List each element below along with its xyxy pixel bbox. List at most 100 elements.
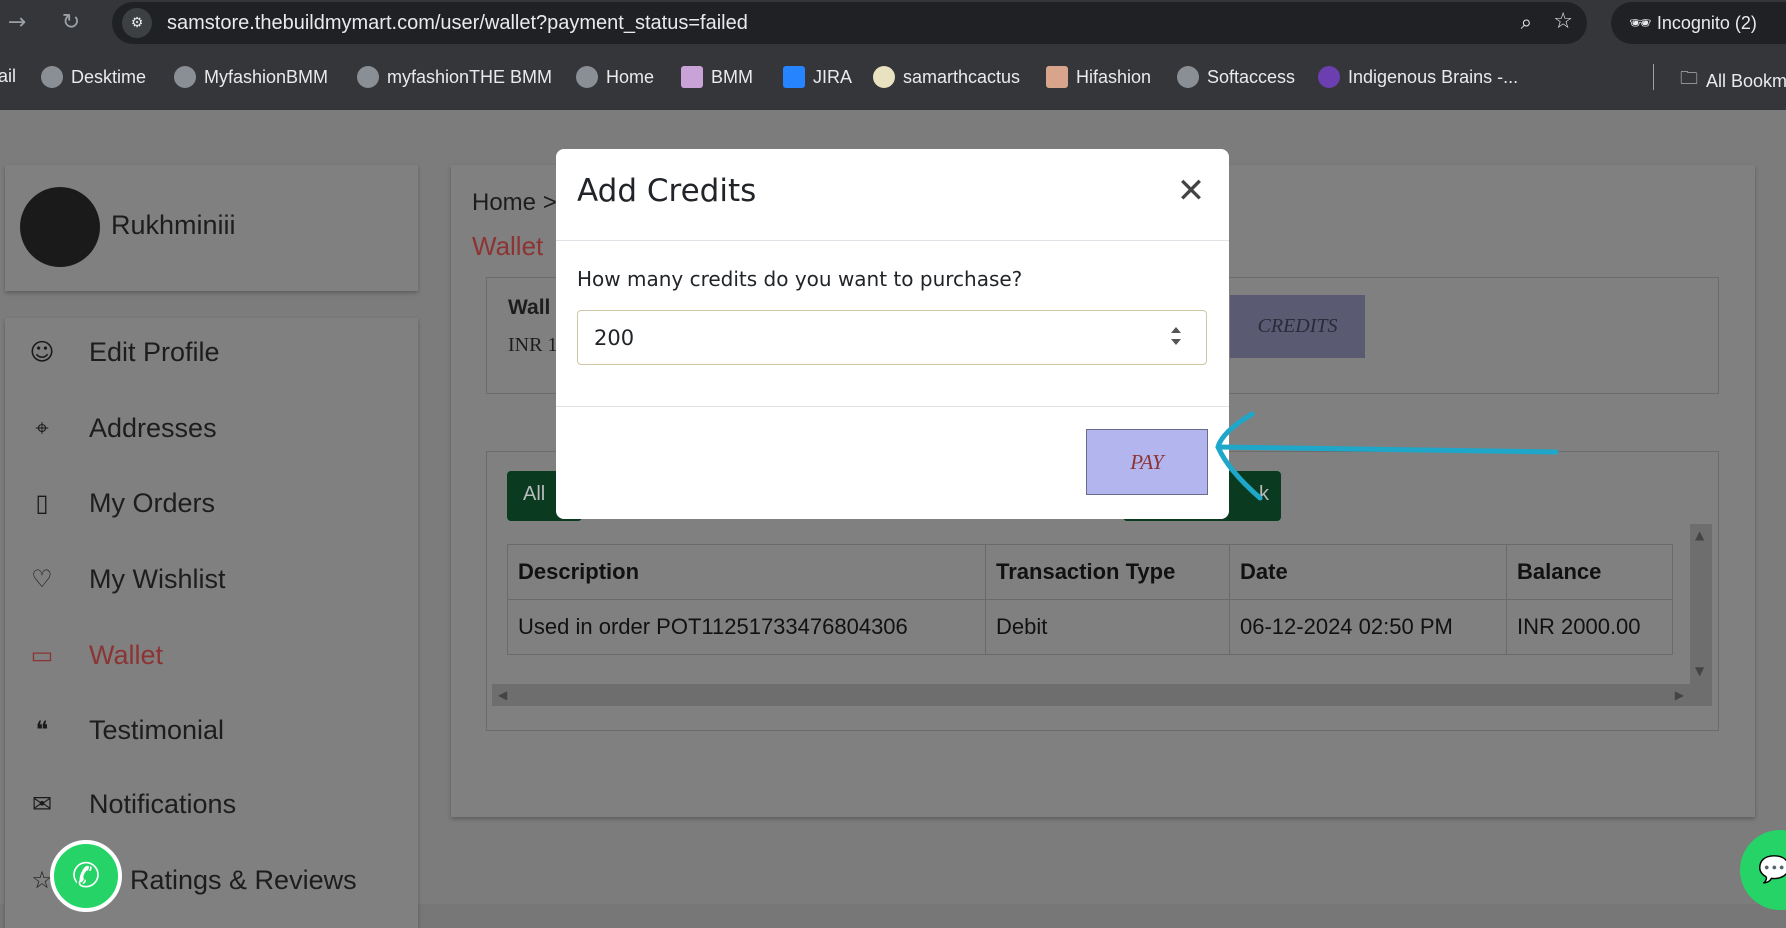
forward-icon[interactable]: →	[2, 8, 32, 38]
arrow-annotation-icon	[1215, 411, 1559, 501]
incognito-indicator[interactable]: 🕶 Incognito (2)	[1611, 2, 1786, 44]
bookmark-label: All Bookm	[1706, 70, 1786, 91]
heart-icon: ♡	[31, 565, 53, 593]
balance-label: Wall	[508, 296, 551, 319]
bookmark-item[interactable]: Home	[576, 66, 654, 88]
all-bookmarks-button[interactable]: 🗀 All Bookm	[1680, 66, 1786, 96]
modal-title: Add Credits	[577, 173, 757, 209]
sidebar-item-wallet[interactable]: ▭ Wallet	[5, 625, 418, 685]
page-title: Wallet	[472, 231, 544, 261]
profile-icon: ☺	[29, 338, 55, 366]
hifashion-icon	[1046, 66, 1068, 88]
scroll-right-icon[interactable]: ▶	[1675, 688, 1684, 702]
add-credits-button[interactable]: CREDITS	[1230, 295, 1365, 358]
account-sidebar: ☺ Edit Profile ⌖ Addresses ▯ My Orders ♡…	[5, 318, 418, 928]
column-header: Transaction Type	[985, 544, 1230, 600]
zoom-icon[interactable]: ⌕	[1521, 10, 1532, 34]
site-info-icon[interactable]: ⚙	[122, 8, 152, 38]
sidebar-item-label: Addresses	[89, 413, 217, 443]
globe-icon	[357, 66, 379, 88]
balance-value: INR 1	[508, 334, 558, 356]
incognito-label: Incognito (2)	[1656, 13, 1757, 33]
credits-question-label: How many credits do you want to purchase…	[577, 267, 1023, 291]
sidebar-item-label: My Wishlist	[89, 564, 226, 594]
bookmark-item[interactable]: myfashionTHE BMM	[357, 66, 552, 88]
url-text[interactable]: samstore.thebuildmymart.com/user/wallet?…	[167, 12, 748, 35]
bookmark-item[interactable]: JIRA	[783, 66, 852, 88]
horizontal-scrollbar[interactable]: ◀ ▶	[492, 684, 1690, 706]
bookmark-label: Softaccess	[1207, 66, 1296, 87]
number-stepper-icon[interactable]	[1168, 322, 1184, 350]
table-cell: Used in order POT11251733476804306	[507, 599, 986, 655]
bookmark-item[interactable]: BMM	[681, 66, 753, 88]
table-cell: Debit	[985, 599, 1230, 655]
bookmark-label: samarthcactus	[903, 66, 1021, 87]
desktime-icon	[41, 66, 63, 88]
bookmark-item[interactable]: Hifashion	[1046, 66, 1151, 88]
table-header-row: Description Transaction Type Date Balanc…	[507, 544, 1673, 600]
close-icon[interactable]: ✕	[1175, 174, 1207, 208]
bookmark-label: BMM	[711, 66, 753, 87]
bookmark-item[interactable]: Desktime	[41, 66, 146, 88]
bookmark-item[interactable]: Indigenous Brains -...	[1318, 66, 1518, 88]
wallet-icon: ▭	[30, 641, 54, 669]
modal-header: Add Credits ✕	[556, 149, 1229, 241]
pay-button[interactable]: PAY	[1086, 429, 1208, 495]
sidebar-item-label: Testimonial	[89, 715, 225, 745]
bookmarks-bar: ail Desktime MyfashionBMM myfashionTHE B…	[0, 58, 1786, 98]
column-header: Date	[1229, 544, 1507, 600]
scroll-up-icon[interactable]: ▲	[1695, 528, 1704, 542]
folder-icon: 🗀	[1680, 68, 1698, 88]
whatsapp-icon[interactable]: ✆	[50, 840, 122, 912]
bookmark-item[interactable]: samarthcactus	[873, 66, 1020, 88]
sidebar-item-label: My Orders	[89, 488, 216, 518]
location-pin-icon: ⌖	[35, 414, 49, 442]
bookmark-label: JIRA	[813, 66, 853, 87]
breadcrumb[interactable]: Home >	[472, 189, 557, 217]
bookmark-label: Desktime	[71, 66, 147, 87]
scroll-down-icon[interactable]: ▼	[1695, 664, 1704, 678]
bookmark-label: MyfashionBMM	[204, 66, 329, 87]
indigenous-brains-icon	[1318, 66, 1340, 88]
bookmark-label: Home	[606, 66, 655, 87]
sidebar-item-label: Ratings & Reviews	[130, 865, 357, 895]
avatar[interactable]	[20, 187, 100, 267]
bookmark-item[interactable]: Softaccess	[1177, 66, 1295, 88]
sidebar-item-label: Wallet	[89, 640, 164, 670]
sidebar-item-notifications[interactable]: ✉ Notifications	[5, 774, 418, 834]
column-header: Balance	[1506, 544, 1673, 600]
orders-icon: ▯	[35, 489, 49, 517]
table-cell: INR 2000.00	[1506, 599, 1673, 655]
jira-icon	[783, 66, 805, 88]
sidebar-item-edit-profile[interactable]: ☺ Edit Profile	[5, 322, 418, 382]
sidebar-item-label: Edit Profile	[89, 337, 220, 367]
bmm-icon	[681, 66, 703, 88]
column-header: Description	[507, 544, 986, 600]
bookmark-item[interactable]: ail	[0, 66, 16, 87]
profile-card: Rukhminiii	[5, 165, 418, 291]
sidebar-item-my-orders[interactable]: ▯ My Orders	[5, 473, 418, 533]
bookmark-label: myfashionTHE BMM	[387, 66, 553, 87]
scroll-left-icon[interactable]: ◀	[498, 688, 507, 702]
sidebar-item-addresses[interactable]: ⌖ Addresses	[5, 398, 418, 458]
bell-icon: ✉	[31, 790, 53, 818]
credits-input[interactable]	[577, 310, 1207, 365]
bookmark-star-icon[interactable]: ☆	[1553, 9, 1573, 34]
modal-body: How many credits do you want to purchase…	[556, 241, 1229, 406]
bookmarks-divider	[1653, 64, 1654, 90]
sidebar-item-label: Notifications	[89, 789, 237, 819]
table-cell: 06-12-2024 02:50 PM	[1229, 599, 1507, 655]
sidebar-item-my-wishlist[interactable]: ♡ My Wishlist	[5, 549, 418, 609]
modal-footer: PAY	[556, 406, 1229, 519]
bookmark-item[interactable]: MyfashionBMM	[174, 66, 328, 88]
bookmark-label: Indigenous Brains -...	[1348, 66, 1519, 87]
reload-icon[interactable]: ↻	[56, 8, 86, 38]
globe-icon	[576, 66, 598, 88]
address-bar[interactable]: ⚙ samstore.thebuildmymart.com/user/walle…	[112, 2, 1587, 44]
vertical-scrollbar[interactable]: ▲ ▼	[1690, 524, 1712, 706]
transactions-table: Description Transaction Type Date Balanc…	[507, 544, 1673, 655]
table-row: Used in order POT11251733476804306 Debit…	[507, 599, 1673, 655]
profile-name: Rukhminiii	[111, 210, 236, 240]
sidebar-item-testimonial[interactable]: ❝ Testimonial	[5, 700, 418, 760]
globe-icon	[1177, 66, 1199, 88]
